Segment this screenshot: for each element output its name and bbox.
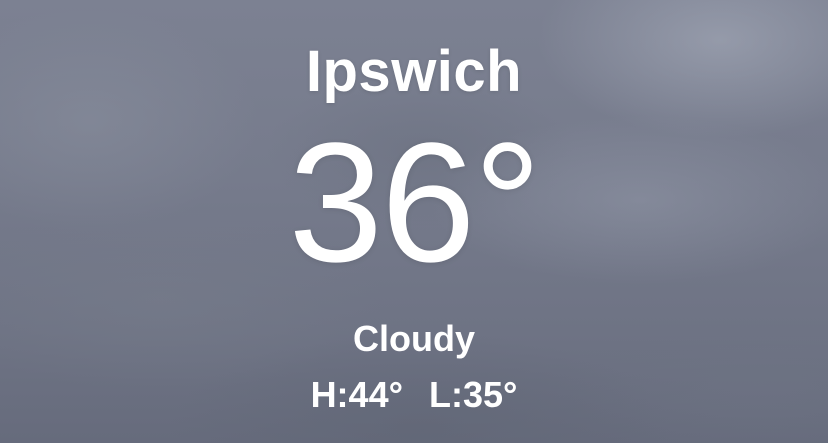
city-name: Ipswich: [305, 39, 523, 104]
high-low-temperatures: H:44° L:35°: [0, 374, 828, 416]
high-temperature: H:44°: [310, 374, 403, 415]
low-temperature: L:35°: [429, 374, 518, 415]
current-temperature: 36°: [288, 108, 541, 298]
weather-condition: Cloudy: [353, 318, 475, 359]
weather-header: Ipswich 36° Cloudy H:44° L:35°: [0, 0, 828, 443]
